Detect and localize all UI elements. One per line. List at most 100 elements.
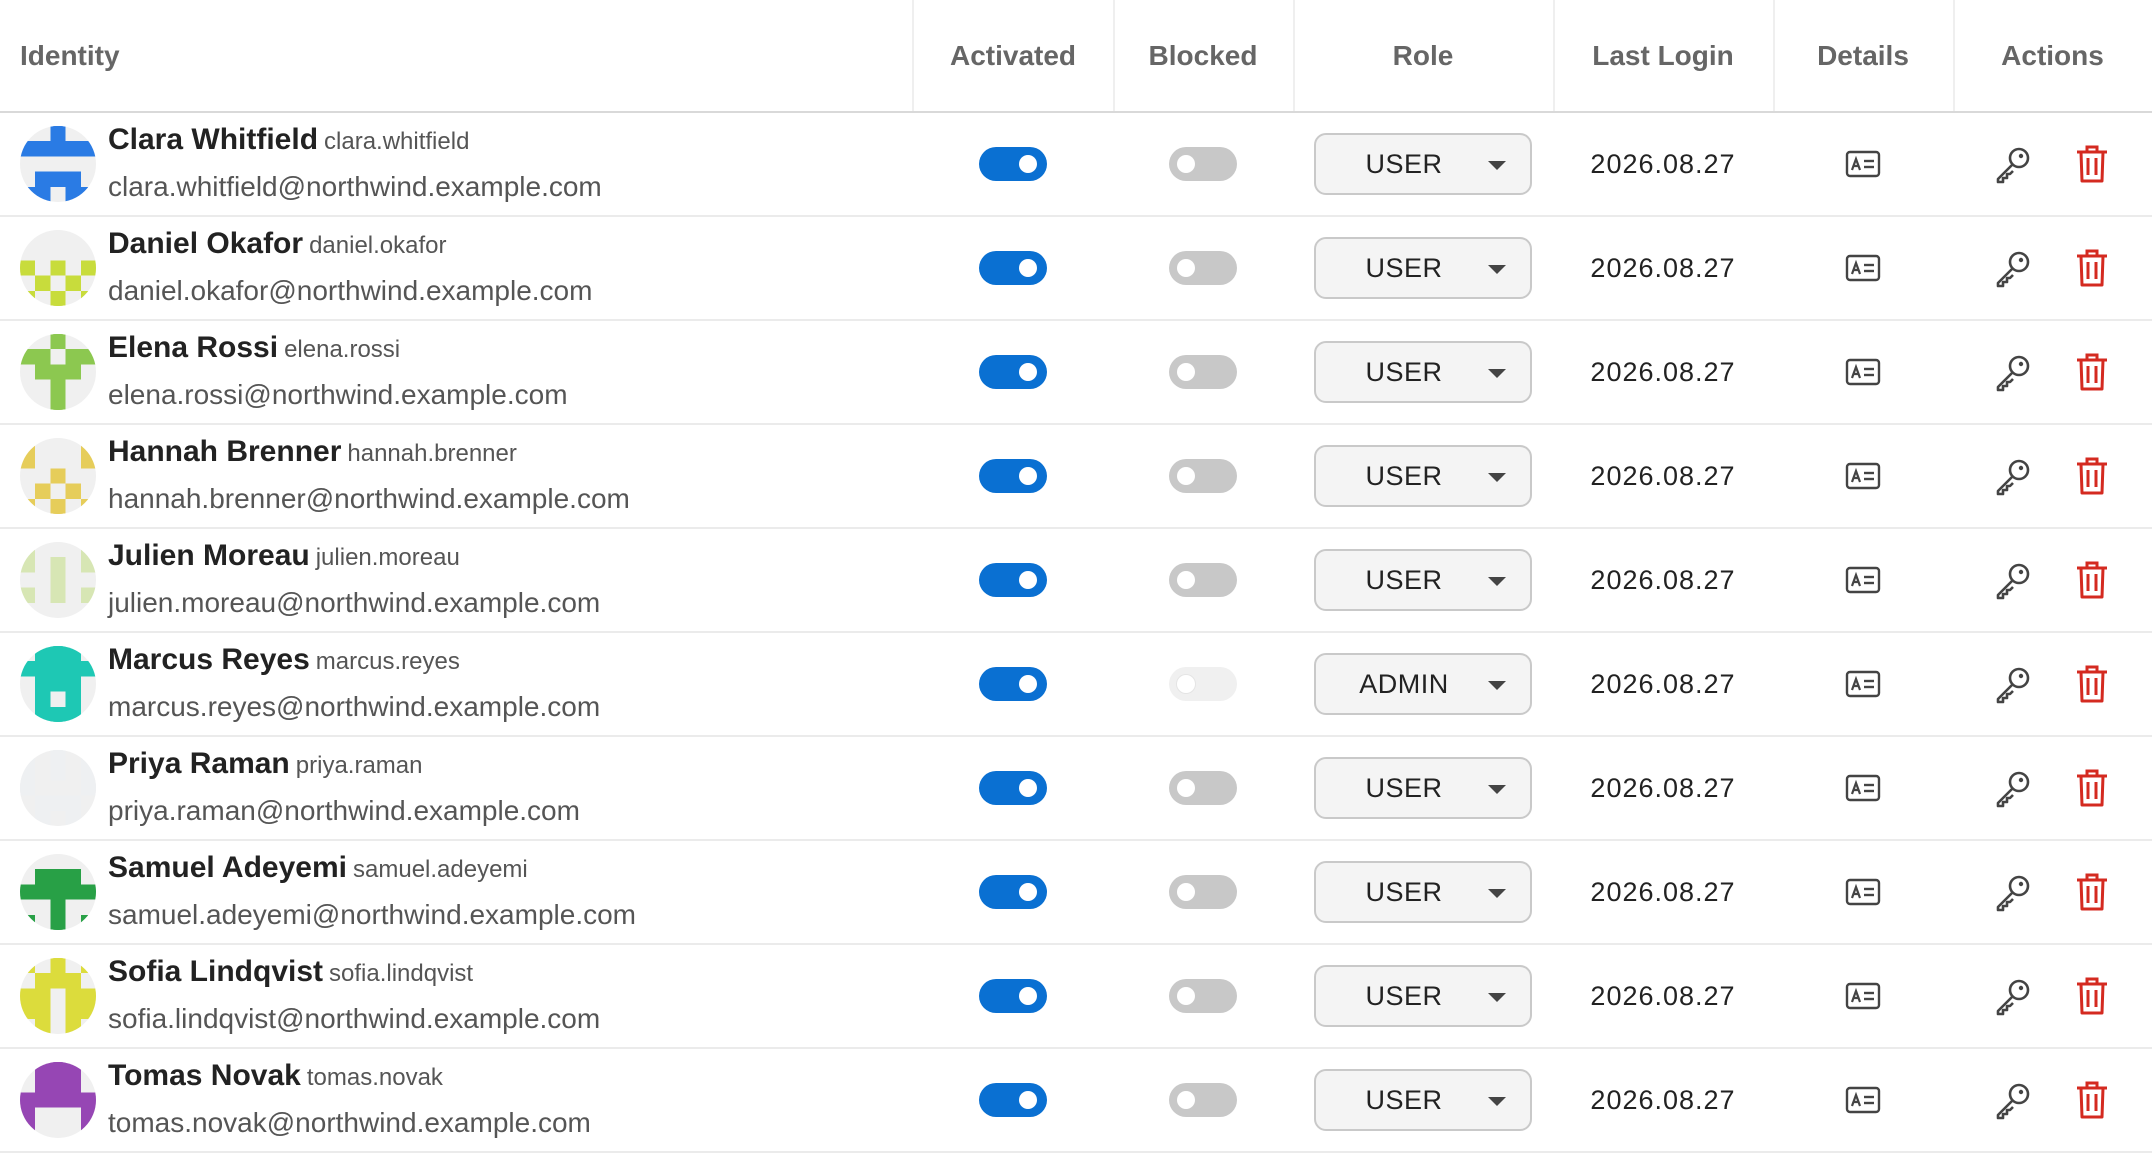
key-icon[interactable] (1986, 552, 2042, 608)
role-select[interactable]: USER (1314, 861, 1532, 923)
role-select[interactable]: USER (1314, 965, 1532, 1027)
blocked-toggle[interactable] (1169, 771, 1237, 805)
chevron-down-icon (1488, 681, 1506, 690)
identicon-cell (50, 646, 66, 662)
identicon-cell (20, 557, 36, 573)
id-card-icon[interactable] (1835, 968, 1891, 1024)
role-select[interactable]: USER (1314, 549, 1532, 611)
toggle-knob (1019, 987, 1037, 1005)
header-blocked[interactable]: Blocked (1113, 0, 1293, 111)
identicon-cell (65, 646, 81, 662)
role-select[interactable]: ADMIN (1314, 653, 1532, 715)
activated-toggle[interactable] (979, 563, 1047, 597)
key-icon-svg (1996, 355, 2029, 392)
identicon-cell (20, 349, 36, 365)
activated-toggle[interactable] (979, 667, 1047, 701)
activated-toggle[interactable] (979, 979, 1047, 1013)
blocked-toggle[interactable] (1169, 147, 1237, 181)
blocked-toggle[interactable] (1169, 459, 1237, 493)
identicon-cell (65, 141, 81, 157)
table-header: Identity Activated Blocked Role Last Log… (0, 0, 2152, 113)
trash-icon[interactable] (2064, 136, 2120, 192)
id-card-icon[interactable] (1835, 760, 1891, 816)
identicon-cell (50, 364, 66, 380)
trash-icon[interactable] (2064, 344, 2120, 400)
activated-toggle[interactable] (979, 251, 1047, 285)
trash-icon[interactable] (2064, 864, 2120, 920)
blocked-toggle[interactable] (1169, 251, 1237, 285)
trash-icon[interactable] (2064, 760, 2120, 816)
key-icon[interactable] (1986, 864, 2042, 920)
details-cell (1773, 1049, 1953, 1151)
trash-icon[interactable] (2064, 448, 2120, 504)
key-icon-svg (1996, 1083, 2029, 1120)
activated-toggle[interactable] (979, 459, 1047, 493)
role-select[interactable]: USER (1314, 1069, 1532, 1131)
activated-toggle[interactable] (979, 1083, 1047, 1117)
id-card-icon[interactable] (1835, 552, 1891, 608)
trash-icon[interactable] (2064, 1072, 2120, 1128)
header-activated[interactable]: Activated (913, 0, 1113, 111)
trash-icon[interactable] (2064, 656, 2120, 712)
activated-toggle[interactable] (979, 875, 1047, 909)
blocked-toggle[interactable] (1169, 355, 1237, 389)
blocked-toggle[interactable] (1169, 667, 1237, 701)
header-last-login-label: Last Login (1592, 39, 1734, 71)
identicon-cell (20, 661, 36, 677)
identicon-cell (65, 349, 81, 365)
id-card-icon[interactable] (1835, 240, 1891, 296)
header-last-login[interactable]: Last Login (1553, 0, 1773, 111)
blocked-toggle[interactable] (1169, 563, 1237, 597)
role-select-value: USER (1365, 980, 1443, 1011)
key-icon[interactable] (1986, 656, 2042, 712)
id-card-icon-svg (1845, 1086, 1881, 1114)
blocked-toggle[interactable] (1169, 1083, 1237, 1117)
key-icon[interactable] (1986, 136, 2042, 192)
chevron-down-icon (1488, 785, 1506, 794)
key-icon[interactable] (1986, 968, 2042, 1024)
role-select[interactable]: USER (1314, 237, 1532, 299)
id-card-icon[interactable] (1835, 1072, 1891, 1128)
trash-icon[interactable] (2064, 240, 2120, 296)
identicon-cell (80, 542, 96, 558)
activated-toggle[interactable] (979, 355, 1047, 389)
user-username: daniel.okafor (309, 232, 447, 259)
key-icon[interactable] (1986, 1072, 2042, 1128)
identicon-cell (20, 780, 36, 796)
toggle-knob (1019, 675, 1037, 693)
key-icon[interactable] (1986, 448, 2042, 504)
role-cell: ADMIN (1293, 633, 1553, 735)
id-card-icon-svg (1845, 878, 1881, 906)
identicon-cell (50, 587, 66, 603)
key-icon[interactable] (1986, 240, 2042, 296)
role-select[interactable]: USER (1314, 133, 1532, 195)
id-card-icon[interactable] (1835, 864, 1891, 920)
activated-toggle[interactable] (979, 771, 1047, 805)
toggle-knob (1177, 779, 1195, 797)
role-select[interactable]: USER (1314, 445, 1532, 507)
header-details[interactable]: Details (1773, 0, 1953, 111)
user-name-line: Marcus Reyes marcus.reyes (108, 641, 600, 681)
id-card-icon[interactable] (1835, 344, 1891, 400)
key-icon-svg (1996, 667, 2029, 704)
blocked-toggle[interactable] (1169, 979, 1237, 1013)
key-icon[interactable] (1986, 760, 2042, 816)
id-card-icon[interactable] (1835, 448, 1891, 504)
key-icon[interactable] (1986, 344, 2042, 400)
chevron-down-icon (1488, 889, 1506, 898)
header-role[interactable]: Role (1293, 0, 1553, 111)
trash-icon[interactable] (2064, 552, 2120, 608)
details-cell (1773, 945, 1953, 1047)
role-select[interactable]: USER (1314, 757, 1532, 819)
role-select[interactable]: USER (1314, 341, 1532, 403)
user-username: tomas.novak (306, 1064, 443, 1091)
id-card-icon[interactable] (1835, 136, 1891, 192)
header-actions-label: Actions (2001, 39, 2104, 71)
header-identity[interactable]: Identity (20, 0, 900, 111)
identicon-cell (65, 1077, 81, 1093)
id-card-icon[interactable] (1835, 656, 1891, 712)
trash-icon[interactable] (2064, 968, 2120, 1024)
activated-toggle[interactable] (979, 147, 1047, 181)
blocked-toggle[interactable] (1169, 875, 1237, 909)
user-email: sofia.lindqvist@northwind.example.com (108, 1003, 601, 1034)
